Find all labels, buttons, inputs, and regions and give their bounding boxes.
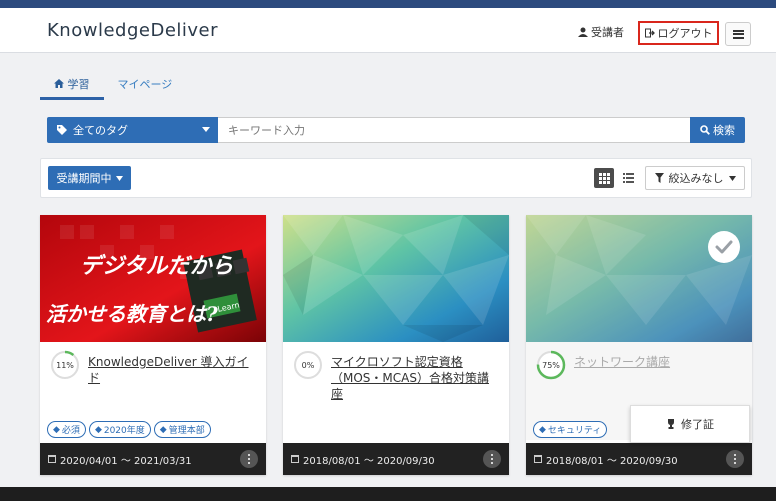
trophy-icon <box>668 419 674 429</box>
top-accent-bar <box>0 0 776 8</box>
filter-icon <box>654 173 664 183</box>
course-card[interactable]: 0% マイクロソフト認定資格（MOS・MCAS）合格対策講座 2018/08/0… <box>283 215 509 475</box>
tab-mypage-label: マイページ <box>117 78 173 91</box>
header: KnowledgeDeliver 受講者 ログアウト <box>0 8 776 53</box>
tab-learning-label: 学習 <box>67 78 90 91</box>
grid-view-button[interactable] <box>594 168 614 188</box>
caret-down-icon <box>202 127 210 132</box>
course-card[interactable]: Learn デジタルだから 活かせる教育とは? 11% KnowledgeDel… <box>40 215 266 475</box>
logout-button[interactable]: ログアウト <box>638 21 719 45</box>
tag-badge[interactable]: ◆ 必須 <box>47 421 86 438</box>
tag-label: 2020年度 <box>103 426 145 436</box>
hamburger-menu-button[interactable] <box>725 22 751 46</box>
calendar-icon <box>48 455 56 463</box>
thumb-headline-2: 活かせる教育とは? <box>46 302 218 326</box>
tag-select-dropdown[interactable]: 全てのタグ <box>47 117 218 143</box>
tag-badge[interactable]: ◆ 2020年度 <box>88 421 151 438</box>
period-filter-button[interactable]: 受講期間中 <box>48 166 131 190</box>
more-options-button[interactable] <box>483 450 501 468</box>
course-thumbnail: Learn デジタルだから 活かせる教育とは? <box>40 215 266 342</box>
logo-part2: Deliver <box>150 20 219 41</box>
course-thumbnail <box>283 215 509 342</box>
course-title-link[interactable]: ネットワーク講座 <box>574 354 739 370</box>
filter-panel: 受講期間中 絞込みなし <box>40 158 752 198</box>
course-period: 2020/04/01 ～ 2021/03/31 <box>60 455 192 467</box>
course-title-link[interactable]: KnowledgeDeliver 導入ガイド <box>88 354 253 386</box>
tag-icon: ◆ <box>53 424 60 435</box>
completed-check-icon <box>708 231 740 263</box>
tag-icon: ◆ <box>94 424 102 435</box>
tag-icon <box>57 125 67 135</box>
course-period: 2018/08/01 ～ 2020/09/30 <box>303 455 435 467</box>
refine-filter-button[interactable]: 絞込みなし <box>645 166 745 190</box>
refine-filter-label: 絞込みなし <box>668 172 724 185</box>
course-period: 2018/08/01 ～ 2020/09/30 <box>546 455 678 467</box>
grid-icon <box>598 172 610 184</box>
course-thumbnail <box>526 215 752 342</box>
logout-icon <box>644 28 655 38</box>
search-icon <box>700 125 710 135</box>
more-options-button[interactable] <box>240 450 258 468</box>
tag-label: 管理本部 <box>168 426 205 436</box>
list-icon <box>622 173 634 183</box>
user-label: 受講者 <box>591 26 624 39</box>
keyword-input[interactable] <box>218 117 690 143</box>
caret-down-icon <box>728 175 736 181</box>
search-button[interactable]: 検索 <box>690 117 745 143</box>
tag-label: セキュリティ <box>547 426 602 436</box>
progress-percent: 75% <box>542 360 560 370</box>
tag-label: 必須 <box>61 426 80 436</box>
user-menu[interactable]: 受講者 <box>578 24 624 40</box>
tag-icon: ◆ <box>539 424 546 435</box>
search-bar: 全てのタグ 検索 <box>47 117 745 143</box>
course-period-bar: 2018/08/01 ～ 2020/09/30 <box>283 443 509 475</box>
list-view-button[interactable] <box>618 168 638 188</box>
progress-percent: 0% <box>301 360 315 370</box>
course-period-bar: 2018/08/01 ～ 2020/09/30 <box>526 443 752 475</box>
user-icon <box>578 27 588 37</box>
tag-list: ◆ 必須 ◆ 2020年度 ◆ 管理本部 <box>47 421 211 438</box>
tag-badge[interactable]: ◆ セキュリティ <box>533 421 608 438</box>
home-icon <box>54 79 64 88</box>
caret-down-icon <box>115 175 123 181</box>
hamburger-icon <box>732 29 744 39</box>
course-period-bar: 2020/04/01 ～ 2021/03/31 <box>40 443 266 475</box>
footer-bar <box>0 487 776 501</box>
thumb-headline-1: デジタルだから <box>80 253 234 279</box>
logout-label: ログアウト <box>657 27 713 40</box>
tab-mypage[interactable]: マイページ <box>104 70 187 100</box>
period-filter-label: 受講期間中 <box>56 172 112 185</box>
calendar-icon <box>534 455 542 463</box>
certificate-label: 修了証 <box>681 418 714 431</box>
tag-list: ◆ セキュリティ <box>533 421 608 438</box>
progress-percent: 11% <box>56 360 74 370</box>
certificate-menu-item[interactable]: 修了証 <box>630 405 750 443</box>
calendar-icon <box>291 455 299 463</box>
main-tabs: 学習 マイページ <box>40 70 186 100</box>
logo[interactable]: KnowledgeDeliver <box>47 20 218 41</box>
search-button-label: 検索 <box>713 124 735 137</box>
tab-learning[interactable]: 学習 <box>40 70 104 100</box>
logo-part1: Knowledge <box>47 20 151 41</box>
tag-icon: ◆ <box>159 424 167 435</box>
tag-badge[interactable]: ◆ 管理本部 <box>153 421 211 438</box>
course-title-link[interactable]: マイクロソフト認定資格（MOS・MCAS）合格対策講座 <box>331 354 496 402</box>
more-options-button[interactable] <box>726 450 744 468</box>
tag-select-label: 全てのタグ <box>73 124 128 137</box>
